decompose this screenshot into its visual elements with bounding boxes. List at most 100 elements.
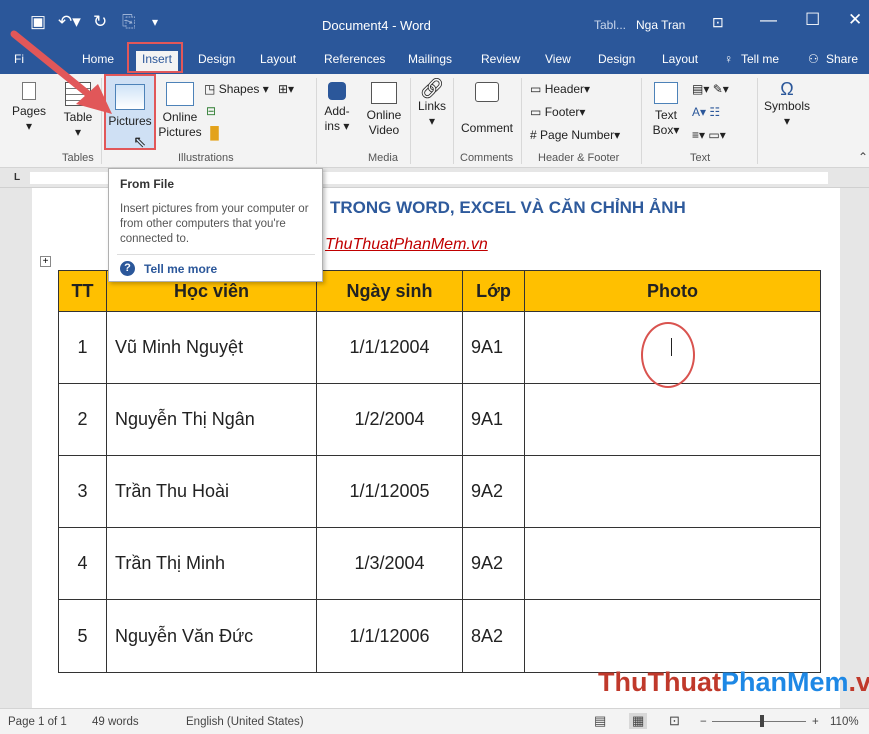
header-button[interactable]: ▭ Header▾ (530, 82, 590, 96)
document-link[interactable]: ThuThuatPhanMem.vn (325, 236, 488, 254)
wordart-icon[interactable]: A▾ ☷ (692, 105, 720, 119)
maximize-icon[interactable]: ☐ (805, 10, 820, 30)
cell-class[interactable]: 9A2 (462, 527, 525, 600)
user-name[interactable]: Nga Tran (636, 18, 685, 32)
redo-icon[interactable]: ↻ (93, 12, 107, 32)
language-status[interactable]: English (United States) (186, 716, 304, 728)
addins-button[interactable]: Add- ins ▾ (320, 82, 354, 134)
cell-class[interactable]: 9A1 (462, 383, 525, 456)
comment-button[interactable]: Comment (458, 82, 516, 136)
cell-class[interactable]: 9A2 (462, 455, 525, 528)
tab-review[interactable]: Review (481, 52, 520, 66)
close-icon[interactable]: ✕ (848, 10, 862, 30)
print-layout-icon[interactable]: ▦ (629, 713, 648, 729)
header-photo[interactable]: Photo (524, 270, 821, 312)
shapes-button[interactable]: ◳ Shapes ▾ (204, 82, 269, 96)
zoom-slider-thumb[interactable] (760, 715, 764, 727)
watermark-logo: ThuThuatPhanMem.vn (598, 667, 869, 698)
cell-photo[interactable] (524, 383, 821, 456)
cell-photo[interactable] (524, 599, 821, 673)
group-label-media: Media (368, 152, 398, 164)
video-icon (371, 82, 397, 104)
symbols-button[interactable]: Ω Symbols ▾ (762, 80, 812, 129)
online-video-button[interactable]: Online Video (362, 82, 406, 138)
undo-icon[interactable]: ↶▾ (58, 12, 81, 32)
ribbon-display-icon[interactable]: ⊡ (712, 14, 724, 31)
cell-birthdate[interactable]: 1/1/12006 (316, 599, 463, 673)
zoom-slider[interactable] (712, 721, 806, 722)
cell-class[interactable]: 9A1 (462, 311, 525, 384)
separator (453, 78, 454, 164)
zoom-in-icon[interactable]: + (812, 716, 819, 728)
quick-parts-icon[interactable]: ▤▾ ✎▾ (692, 82, 729, 96)
cell-tt[interactable]: 4 (58, 527, 107, 600)
pages-button[interactable]: Pages ▾ (12, 82, 46, 134)
online-pictures-button[interactable]: Online Pictures (158, 82, 202, 140)
group-label-illustrations: Illustrations (178, 152, 234, 164)
drop-cap-icon[interactable]: ≡▾ ▭▾ (692, 128, 726, 142)
web-layout-icon[interactable]: ⊡ (669, 713, 680, 729)
pictures-button[interactable]: Pictures (104, 74, 156, 150)
tab-view[interactable]: View (545, 52, 571, 66)
table-label: Table (63, 110, 93, 124)
tooltip-title: From File (120, 177, 175, 191)
links-button[interactable]: 🔗︎ Links ▾ (414, 79, 450, 129)
tab-references[interactable]: References (324, 52, 385, 66)
cell-student[interactable]: Trần Thu Hoài (106, 455, 317, 528)
textbox-button[interactable]: Text Box▾ (648, 82, 684, 138)
save-icon[interactable]: ▣ (30, 12, 46, 32)
share-button[interactable]: Share (826, 52, 858, 66)
cell-tt[interactable]: 2 (58, 383, 107, 456)
chart-icon[interactable]: ▐▌ (206, 126, 223, 140)
cell-student[interactable]: Nguyễn Thị Ngân (106, 383, 317, 456)
tell-me-box[interactable]: Tell me (741, 52, 779, 66)
cell-tt[interactable]: 3 (58, 455, 107, 528)
page-count[interactable]: Page 1 of 1 (8, 716, 67, 728)
comment-label: Comment (460, 121, 513, 135)
zoom-level[interactable]: 110% (830, 716, 859, 728)
tab-home[interactable]: Home (82, 52, 114, 66)
cell-student[interactable]: Nguyễn Văn Đức (106, 599, 317, 673)
tab-table-design[interactable]: Design (598, 52, 635, 66)
tab-stop-icon[interactable]: L (14, 172, 20, 183)
tab-design[interactable]: Design (198, 52, 235, 66)
copy-icon[interactable]: ⎘ (122, 12, 136, 32)
cell-birthdate[interactable]: 1/1/12004 (316, 311, 463, 384)
header-icon: ▭ (530, 82, 542, 96)
cell-photo[interactable] (524, 527, 821, 600)
collapse-ribbon-icon[interactable]: ⌃ (858, 150, 868, 164)
cell-student[interactable]: Trần Thị Minh (106, 527, 317, 600)
vertical-ruler[interactable] (8, 188, 26, 708)
tooltip-body: Insert pictures from your computer or fr… (120, 203, 309, 245)
header-class[interactable]: Lớp (462, 270, 525, 312)
tab-mailings[interactable]: Mailings (408, 52, 452, 66)
word-count[interactable]: 49 words (92, 716, 139, 728)
customize-qat-icon[interactable]: ▾ (152, 15, 158, 29)
read-mode-icon[interactable]: ▤ (594, 713, 606, 729)
cell-class[interactable]: 8A2 (462, 599, 525, 673)
header-tt[interactable]: TT (58, 270, 107, 312)
table-button[interactable]: Table ▾ (60, 82, 96, 140)
cell-birthdate[interactable]: 1/2/2004 (316, 383, 463, 456)
page-number-button[interactable]: # Page Number▾ (530, 128, 620, 142)
minimize-icon[interactable]: — (760, 10, 777, 30)
zoom-out-icon[interactable]: − (700, 716, 707, 728)
footer-button[interactable]: ▭ Footer▾ (530, 105, 585, 119)
cell-birthdate[interactable]: 1/1/12005 (316, 455, 463, 528)
pages-label: Pages (12, 104, 47, 118)
header-birthdate[interactable]: Ngày sinh (316, 270, 463, 312)
tell-me-more-link[interactable]: Tell me more (144, 262, 217, 276)
smartart-icon[interactable]: ⊞▾ (278, 82, 294, 96)
smartart-button-icon[interactable]: ⊟ (206, 104, 216, 118)
textbox-icon (654, 82, 678, 104)
cell-tt[interactable]: 5 (58, 599, 107, 673)
tab-layout[interactable]: Layout (260, 52, 296, 66)
cell-birthdate[interactable]: 1/3/2004 (316, 527, 463, 600)
cell-tt[interactable]: 1 (58, 311, 107, 384)
page-number-icon: # (530, 128, 537, 142)
cell-photo[interactable] (524, 455, 821, 528)
tab-table-layout[interactable]: Layout (662, 52, 698, 66)
table-move-handle-icon[interactable]: + (40, 256, 51, 267)
tab-file[interactable]: Fi (14, 52, 24, 66)
cell-student[interactable]: Vũ Minh Nguyệt (106, 311, 317, 384)
